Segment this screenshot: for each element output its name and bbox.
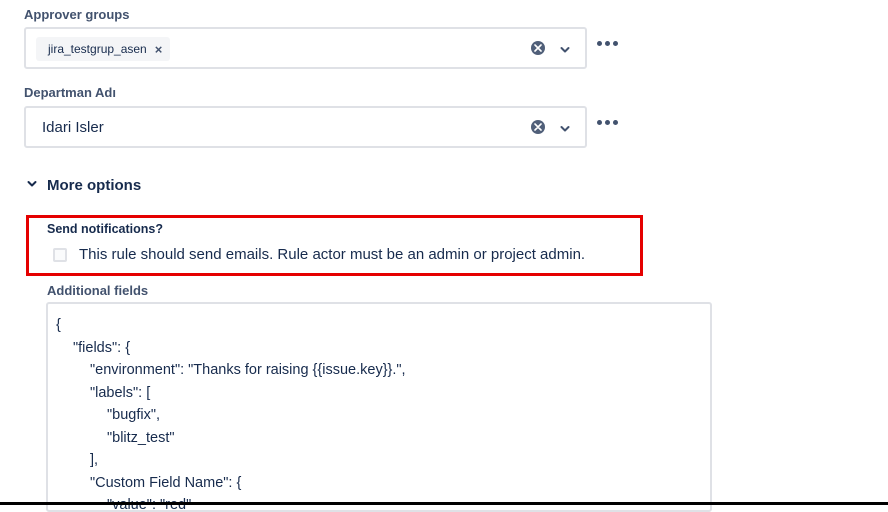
code-line: ], bbox=[90, 452, 99, 468]
more-options-label: More options bbox=[47, 176, 142, 194]
approver-groups-label: Approver groups bbox=[24, 7, 130, 22]
chip-remove-icon[interactable]: × bbox=[155, 42, 163, 57]
send-notifications-checkbox[interactable] bbox=[53, 248, 67, 262]
code-line: "labels": [ bbox=[90, 385, 151, 401]
code-line: { bbox=[56, 317, 61, 333]
chevron-down-icon[interactable] bbox=[559, 43, 571, 55]
send-notifications-checkbox-label[interactable]: This rule should send emails. Rule actor… bbox=[79, 246, 585, 263]
departman-more-icon[interactable] bbox=[597, 120, 618, 125]
more-options-toggle[interactable]: More options bbox=[27, 176, 141, 194]
additional-fields-label: Additional fields bbox=[47, 283, 149, 298]
chevron-down-icon[interactable] bbox=[559, 122, 571, 134]
approver-group-chip-label: jira_testgrup_asen bbox=[48, 42, 147, 56]
send-notifications-label: Send notifications? bbox=[47, 222, 163, 236]
clear-icon[interactable] bbox=[531, 120, 545, 134]
additional-fields-textarea[interactable]: { "fields": { "environment": "Thanks for… bbox=[46, 302, 712, 512]
code-line: "Custom Field Name": { bbox=[90, 475, 242, 491]
approver-groups-select[interactable]: jira_testgrup_asen × bbox=[24, 27, 587, 69]
departman-select[interactable]: Idari Isler bbox=[24, 106, 587, 148]
departman-label: Departman Adı bbox=[24, 85, 116, 100]
code-line: "blitz_test" bbox=[107, 430, 175, 446]
chevron-down-icon bbox=[27, 176, 37, 194]
approver-group-chip: jira_testgrup_asen × bbox=[36, 37, 171, 61]
approver-groups-more-icon[interactable] bbox=[597, 41, 618, 46]
code-line: "fields": { bbox=[73, 340, 131, 356]
code-line: "environment": "Thanks for raising {{iss… bbox=[90, 362, 406, 378]
clear-icon[interactable] bbox=[531, 41, 545, 55]
code-line: "bugfix", bbox=[107, 407, 161, 423]
departman-value: Idari Isler bbox=[42, 119, 104, 136]
